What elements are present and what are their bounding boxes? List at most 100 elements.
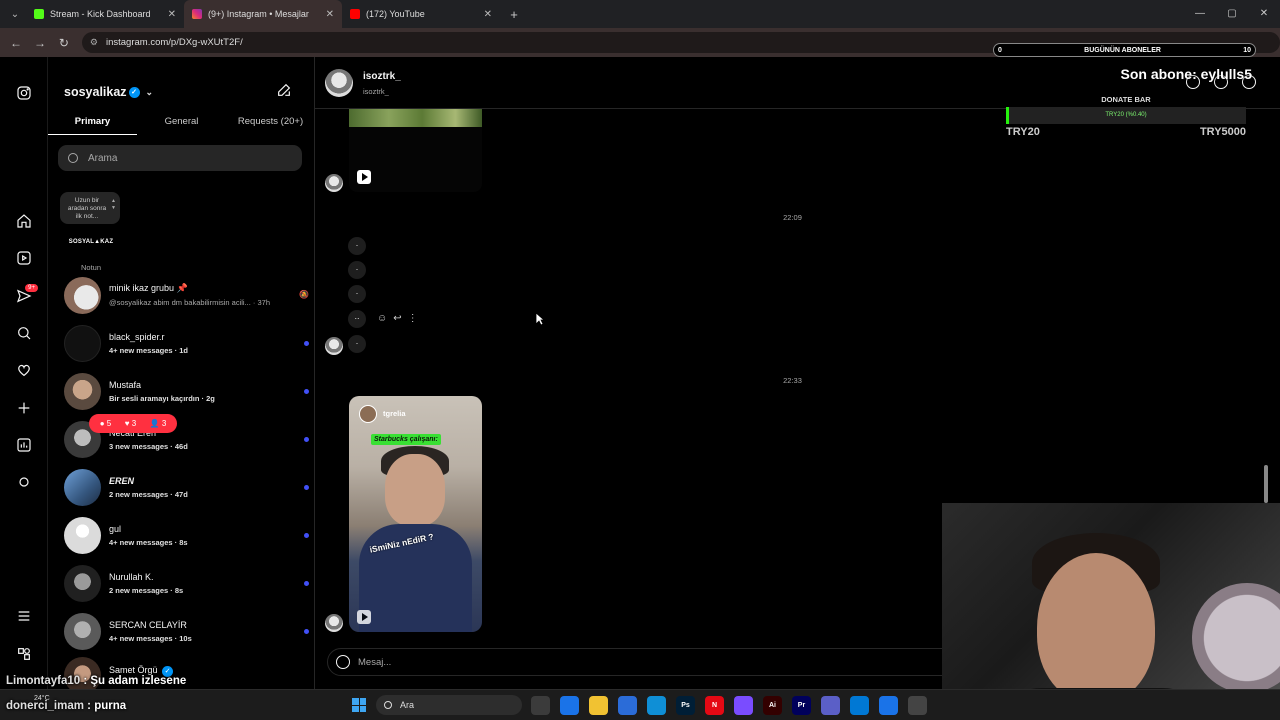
messages-icon[interactable]: 9+: [12, 284, 38, 308]
forward-icon[interactable]: →: [28, 36, 52, 50]
message-bubble[interactable]: ..: [348, 310, 366, 328]
reel-person-face: [385, 454, 445, 526]
taskbar-app-icon[interactable]: [560, 696, 579, 715]
conversation-item[interactable]: black_spider.r 4+ new messages · 1d: [64, 321, 309, 365]
window-controls: — ▢ ✕: [1184, 0, 1280, 28]
emoji-icon[interactable]: [336, 655, 350, 669]
taskbar-app-icon[interactable]: [647, 696, 666, 715]
note-label: Notun: [80, 263, 101, 272]
taskbar-app-icon[interactable]: Ps: [676, 696, 695, 715]
tab-general[interactable]: General: [137, 113, 226, 135]
page-scrollbar[interactable]: [1264, 465, 1268, 503]
dashboard-icon[interactable]: [12, 433, 36, 457]
shared-reel-1[interactable]: [349, 109, 482, 192]
chat-username: Limontayfa10: [6, 675, 81, 687]
create-plus-icon[interactable]: [12, 396, 36, 420]
pin-icon: 📌: [176, 283, 188, 293]
message-bubble[interactable]: .: [348, 335, 366, 353]
taskbar-app-icon[interactable]: [850, 696, 869, 715]
message-bubble[interactable]: .: [348, 261, 366, 279]
more-options-icon[interactable]: ⋮: [408, 313, 418, 324]
taskbar-app-icon[interactable]: N: [705, 696, 724, 715]
threads-icon[interactable]: [12, 642, 36, 666]
tab-label: (9+) Instagram • Mesajlar: [208, 9, 309, 19]
unread-dot: [304, 436, 309, 442]
taskbar-app-icon[interactable]: [531, 696, 550, 715]
site-info-icon[interactable]: ⚙: [90, 37, 98, 48]
kick-favicon-icon: [34, 9, 44, 19]
taskbar-app-icon[interactable]: [589, 696, 608, 715]
tab-label: Stream - Kick Dashboard: [50, 9, 151, 19]
close-icon[interactable]: ✕: [326, 9, 334, 20]
taskbar-app-icon[interactable]: [879, 696, 898, 715]
unread-dot: [304, 532, 309, 538]
minimize-icon[interactable]: —: [1184, 0, 1216, 28]
conversation-item[interactable]: EREN 2 new messages · 47d: [64, 465, 309, 509]
tab-requests[interactable]: Requests (20+): [226, 113, 315, 135]
react-emoji-icon[interactable]: ☺: [377, 313, 387, 324]
taskbar-app-icon[interactable]: Pr: [792, 696, 811, 715]
more-menu-icon[interactable]: [12, 604, 36, 628]
tab-search-chevron-icon[interactable]: ⌄: [4, 3, 26, 25]
verified-badge-icon: ✓: [128, 86, 140, 98]
reply-icon[interactable]: ↩: [393, 313, 401, 324]
home-icon[interactable]: [12, 209, 36, 233]
new-tab-button[interactable]: +: [504, 7, 524, 22]
last-subscriber: Son abone: eylulls5: [1120, 66, 1252, 82]
taskbar-app-icon[interactable]: [734, 696, 753, 715]
notifications-heart-icon[interactable]: [12, 358, 36, 382]
avatar: [64, 324, 101, 362]
search-icon: [384, 701, 392, 709]
chat-avatar[interactable]: [325, 69, 353, 97]
conversation-item[interactable]: Mustafa Bir sesli aramayı kaçırdın · 2g: [64, 369, 309, 413]
instagram-logo-icon[interactable]: [12, 81, 36, 105]
search-input[interactable]: [88, 152, 268, 164]
avatar: [64, 612, 101, 650]
activity-notification-pill[interactable]: ● 5 ♥ 3 👤 3: [89, 414, 177, 433]
note-bubble[interactable]: Uzun bir aradan sonra ilk not... ▲ ▼: [60, 192, 120, 224]
reels-icon[interactable]: [12, 246, 36, 270]
tab-primary[interactable]: Primary: [48, 113, 137, 135]
taskbar-app-icon[interactable]: Ai: [763, 696, 782, 715]
close-icon[interactable]: ✕: [168, 9, 176, 20]
tab-kick[interactable]: Stream - Kick Dashboard ✕: [26, 0, 184, 28]
account-switcher[interactable]: sosyalikaz ✓ ⌄: [64, 85, 153, 99]
conversation-item[interactable]: Nurullah K. 2 new messages · 8s: [64, 561, 309, 605]
maximize-icon[interactable]: ▢: [1216, 0, 1248, 28]
chat-name[interactable]: isoztrk_: [363, 71, 401, 82]
note-avatar-logo[interactable]: SOSYAL▲KAZ: [68, 232, 114, 252]
like-count: ♥ 3: [124, 419, 137, 428]
avatar: [64, 516, 101, 554]
windows-start-icon[interactable]: [352, 698, 366, 712]
chat-handle: isoztrk_: [363, 87, 389, 96]
profile-avatar-icon[interactable]: [12, 470, 36, 494]
conversation-item[interactable]: minik ikaz grubu 📌 @sosyalikaz abim dm b…: [64, 273, 309, 317]
instagram-favicon-icon: [192, 9, 202, 19]
new-message-icon[interactable]: [276, 82, 292, 98]
shared-reel-2[interactable]: tgrelia Starbucks çalışanı: iSmiNiz nEdi…: [349, 396, 482, 632]
message-input[interactable]: [358, 656, 490, 668]
conversation-item[interactable]: SERCAN CELAYİR 4+ new messages · 10s: [64, 609, 309, 653]
taskbar-search[interactable]: Ara: [376, 695, 522, 715]
taskbar-app-icon[interactable]: [908, 696, 927, 715]
timestamp: 22:33: [783, 376, 802, 385]
unread-dot: [304, 580, 309, 586]
conversation-preview: Bir sesli aramayı kaçırdın · 2g: [109, 393, 215, 403]
conversation-item[interactable]: gul 4+ new messages · 8s: [64, 513, 309, 557]
close-icon[interactable]: ✕: [484, 9, 492, 20]
tab-youtube[interactable]: (172) YouTube ✕: [342, 0, 500, 28]
timestamp: 22:09: [783, 213, 802, 222]
message-bubble[interactable]: .: [348, 285, 366, 303]
reel-play-icon: [357, 610, 371, 624]
message-actions: ☺ ↩ ⋮: [377, 313, 418, 324]
taskbar-app-icon[interactable]: [821, 696, 840, 715]
tab-instagram[interactable]: (9+) Instagram • Mesajlar ✕: [184, 0, 342, 28]
reload-icon[interactable]: ↻: [52, 36, 76, 50]
close-window-icon[interactable]: ✕: [1248, 0, 1280, 28]
back-icon[interactable]: ←: [4, 36, 28, 50]
message-bubble[interactable]: .: [348, 237, 366, 255]
comment-count: ● 5: [99, 419, 112, 428]
search-icon[interactable]: [12, 321, 36, 345]
taskbar-app-icon[interactable]: [618, 696, 637, 715]
unread-dot: [304, 340, 309, 346]
